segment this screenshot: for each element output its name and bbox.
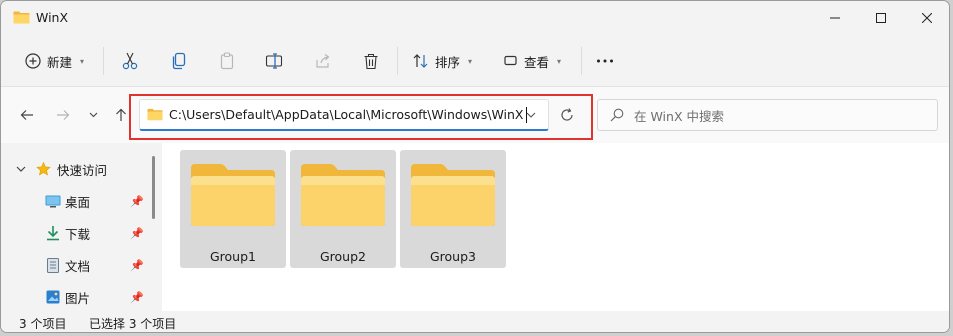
close-icon: [922, 13, 932, 23]
download-icon: [45, 225, 61, 241]
selected-count: 已选择 3 个项目: [89, 317, 177, 331]
view-button[interactable]: 查看 ▾: [504, 48, 561, 74]
sort-button-label: 排序: [435, 54, 461, 70]
recent-locations-button[interactable]: [81, 105, 105, 125]
trash-icon: [364, 53, 378, 69]
pin-icon[interactable]: 📌: [130, 227, 144, 240]
view-button-label: 查看: [524, 54, 550, 70]
sidebar-item-label: 快速访问: [57, 162, 108, 178]
search-icon: [610, 108, 624, 122]
share-button[interactable]: [315, 48, 331, 74]
folder-icon: [301, 164, 385, 226]
minimize-icon: [830, 17, 840, 19]
folder-item-group2[interactable]: Group2: [290, 150, 396, 268]
scissors-icon: [122, 52, 138, 70]
sidebar-item-desktop[interactable]: 桌面 📌: [1, 189, 146, 213]
share-icon: [316, 54, 330, 68]
folder-icon: [13, 11, 30, 24]
address-bar[interactable]: C:\Users\Default\AppData\Local\Microsoft…: [139, 99, 549, 131]
pin-icon[interactable]: 📌: [130, 291, 144, 304]
address-path: C:\Users\Default\AppData\Local\Microsoft…: [169, 107, 524, 122]
folder-name: Group1: [209, 249, 256, 264]
sidebar-item-label: 下载: [65, 226, 91, 242]
sidebar-item-label: 图片: [65, 290, 91, 306]
new-button-label: 新建: [47, 54, 73, 70]
sort-button[interactable]: 排序 ▾: [413, 48, 472, 74]
chevron-down-icon: ▾: [557, 56, 562, 66]
maximize-button[interactable]: [858, 1, 904, 35]
paste-button[interactable]: [219, 48, 235, 74]
back-button[interactable]: [15, 105, 39, 125]
sidebar-item-quick-access[interactable]: 快速访问: [1, 157, 146, 181]
close-button[interactable]: [904, 1, 949, 35]
sort-icon: [413, 54, 428, 68]
sidebar-item-label: 文档: [65, 258, 91, 274]
item-count: 3 个项目: [19, 317, 67, 331]
refresh-icon: [561, 108, 573, 121]
sidebar-item-label: 桌面: [65, 194, 91, 210]
desktop-icon: [45, 193, 61, 209]
star-icon: [36, 162, 51, 176]
command-bar: 新建 ▾ 排序 ▾ 查看 ▾: [1, 35, 949, 87]
delete-button[interactable]: [363, 48, 379, 74]
title-bar: WinX: [1, 1, 949, 35]
chevron-down-icon: ▾: [80, 56, 85, 66]
folder-item-group3[interactable]: Group3: [400, 150, 506, 268]
chevron-down-icon: [89, 112, 97, 118]
more-icon: [597, 59, 613, 63]
folder-name: Group2: [319, 249, 366, 264]
chevron-down-icon: [16, 166, 26, 172]
folder-name: Group3: [429, 249, 476, 264]
sidebar-item-downloads[interactable]: 下载 📌: [1, 221, 146, 245]
search-box[interactable]: 在 WinX 中搜索: [597, 99, 938, 131]
cut-button[interactable]: [122, 48, 138, 74]
toolbar-divider: [103, 47, 104, 75]
new-button[interactable]: 新建 ▾: [25, 48, 84, 74]
address-history-button[interactable]: [520, 105, 542, 125]
rename-icon: [265, 53, 283, 69]
chevron-down-icon: [526, 112, 536, 118]
arrow-left-icon: [20, 110, 33, 120]
copy-icon: [172, 52, 186, 70]
chevron-down-icon: ▾: [468, 56, 473, 66]
window-title: WinX: [36, 10, 69, 25]
minimize-button[interactable]: [812, 1, 858, 35]
pin-icon[interactable]: 📌: [130, 195, 144, 208]
pictures-icon: [45, 289, 61, 305]
view-icon: [504, 55, 517, 66]
folder-item-group1[interactable]: Group1: [180, 150, 286, 268]
sidebar-item-pictures[interactable]: 图片 📌: [1, 285, 146, 309]
folder-icon: [411, 164, 495, 226]
clipboard-icon: [220, 52, 234, 70]
pin-icon[interactable]: 📌: [130, 259, 144, 272]
copy-button[interactable]: [171, 48, 187, 74]
explorer-window: WinX 新建 ▾ 排序 ▾ 查看 ▾ C:\Users\Default\App…: [0, 0, 950, 333]
sidebar-item-documents[interactable]: 文档 📌: [1, 253, 146, 277]
toolbar-divider: [581, 47, 582, 75]
maximize-icon: [876, 13, 886, 23]
arrow-up-icon: [116, 108, 126, 121]
arrow-right-icon: [57, 110, 70, 120]
file-list: Group1 Group2 Group3: [162, 143, 949, 311]
plus-circle-icon: [25, 53, 41, 69]
rename-button[interactable]: [265, 48, 283, 74]
toolbar-divider: [397, 47, 398, 75]
more-options-button[interactable]: [596, 48, 614, 74]
status-bar: 3 个项目 已选择 3 个项目: [1, 311, 949, 332]
navigation-pane: 快速访问 桌面 📌 下载 📌 文档 📌 图片 📌: [1, 143, 161, 311]
navigation-bar: C:\Users\Default\AppData\Local\Microsoft…: [1, 87, 949, 143]
document-icon: [45, 257, 61, 273]
folder-icon: [191, 164, 275, 226]
search-placeholder: 在 WinX 中搜索: [634, 108, 724, 124]
sidebar-scrollbar-thumb[interactable]: [152, 156, 155, 219]
refresh-button[interactable]: [553, 99, 581, 131]
forward-button[interactable]: [51, 105, 75, 125]
folder-icon: [147, 108, 163, 121]
